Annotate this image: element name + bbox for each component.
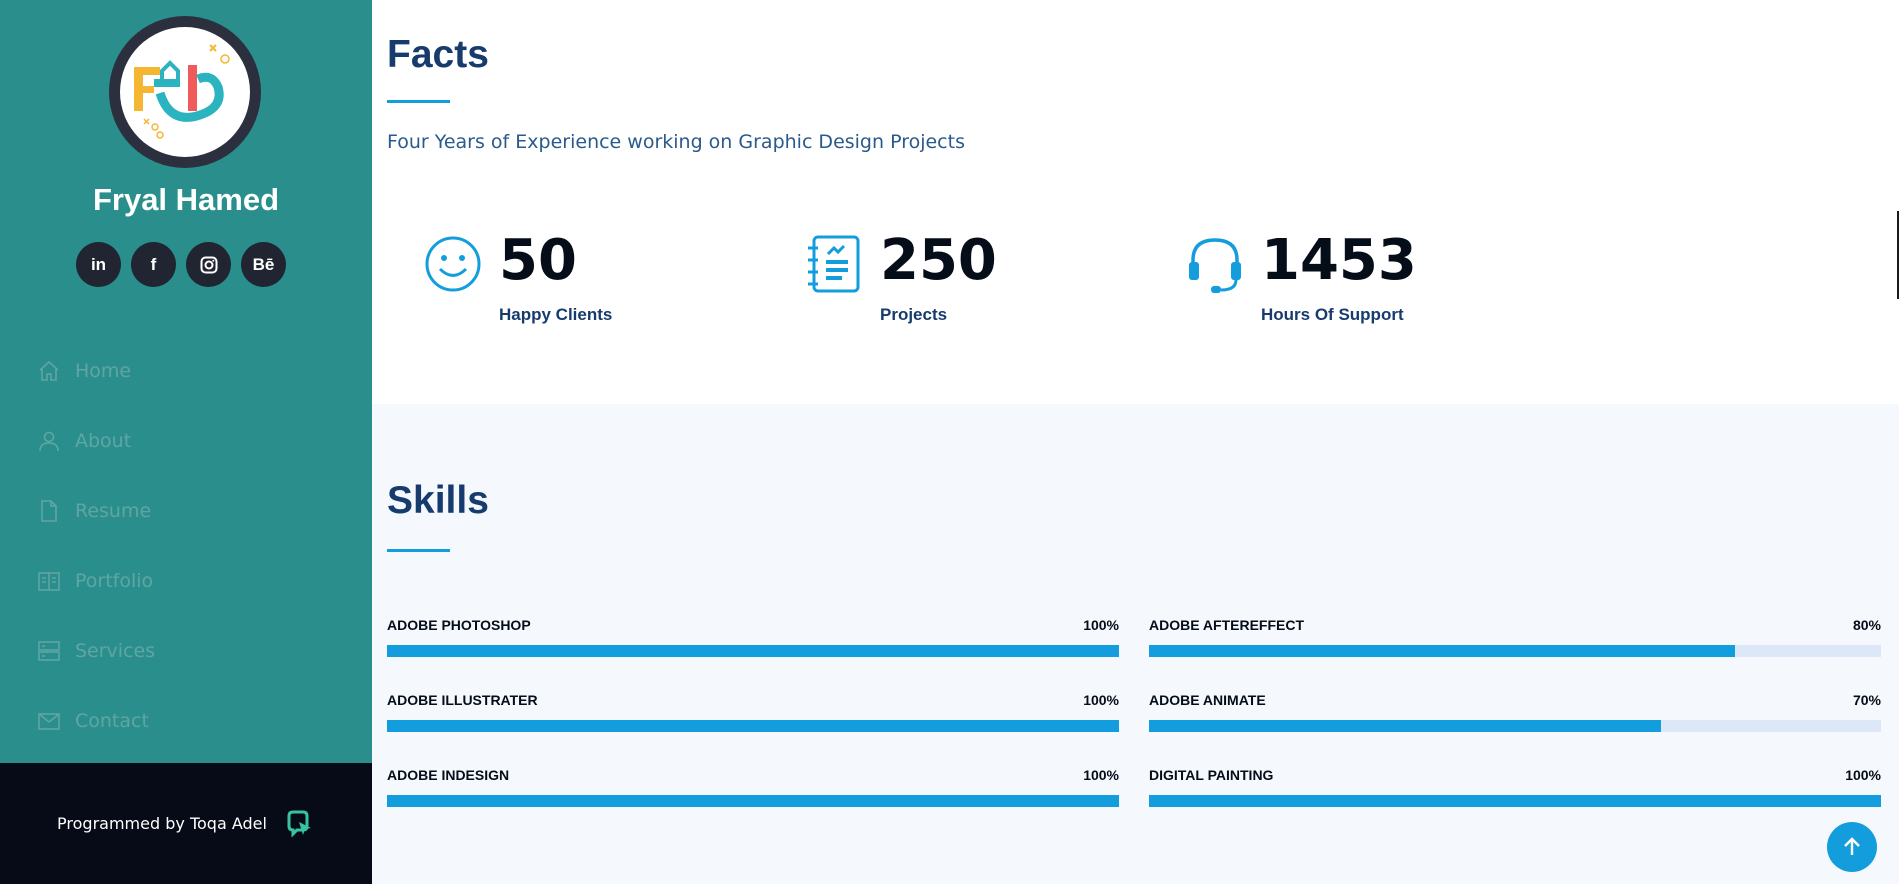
skill-progress-bar bbox=[1149, 720, 1881, 732]
smile-icon bbox=[425, 236, 481, 292]
sidebar-nav: Home About Resume Portfolio Services Con… bbox=[37, 336, 155, 756]
skills-title-underline bbox=[387, 549, 450, 552]
sidebar: Fryal Hamed in f Bē Home About Resume Po… bbox=[0, 0, 372, 884]
skill-value: 70% bbox=[1852, 692, 1881, 708]
arrow-up-icon bbox=[1844, 837, 1860, 855]
behance-icon[interactable]: Bē bbox=[241, 242, 286, 287]
skill-item: ADOBE AFTEREFFECT 80% bbox=[1149, 617, 1881, 661]
nav-label-services: Services bbox=[75, 640, 156, 662]
stat-label: Happy Clients bbox=[499, 305, 613, 324]
skill-item: ADOBE ANIMATE 70% bbox=[1149, 692, 1881, 736]
nav-item-about[interactable]: About bbox=[37, 406, 155, 476]
footer-credit: Programmed by Toqa Adel bbox=[57, 814, 267, 833]
skill-value: 100% bbox=[1845, 767, 1881, 783]
facts-subtitle: Four Years of Experience working on Grap… bbox=[387, 131, 965, 153]
avatar bbox=[109, 16, 261, 168]
linkedin-icon[interactable]: in bbox=[76, 242, 121, 287]
skills-title: Skills bbox=[387, 479, 489, 522]
nav-item-services[interactable]: Services bbox=[37, 616, 155, 686]
skill-progress-fill bbox=[387, 795, 1119, 807]
graphic-design-logo bbox=[134, 44, 230, 139]
skill-progress-bar bbox=[1149, 645, 1881, 657]
skill-item: ADOBE ILLUSTRATER 100% bbox=[387, 692, 1119, 736]
skill-item: DIGITAL PAINTING 100% bbox=[1149, 767, 1881, 811]
nav-item-resume[interactable]: Resume bbox=[37, 476, 155, 546]
skill-value: 100% bbox=[1083, 767, 1119, 783]
nav-label-resume: Resume bbox=[75, 500, 152, 522]
skill-progress-fill bbox=[1149, 795, 1881, 807]
facebook-icon[interactable]: f bbox=[131, 242, 176, 287]
skill-progress-bar bbox=[1149, 795, 1881, 807]
book-icon bbox=[38, 572, 60, 591]
skill-name: ADOBE ANIMATE bbox=[1149, 692, 1266, 708]
facts-title: Facts bbox=[387, 33, 489, 76]
headset-icon bbox=[1189, 238, 1241, 293]
skill-progress-fill bbox=[1149, 645, 1735, 657]
skill-progress-bar bbox=[387, 645, 1119, 657]
skill-name: DIGITAL PAINTING bbox=[1149, 767, 1274, 783]
instagram-icon[interactable] bbox=[186, 242, 231, 287]
social-links: in f Bē bbox=[76, 242, 286, 287]
skill-value: 100% bbox=[1083, 617, 1119, 633]
nav-label-contact: Contact bbox=[75, 710, 149, 732]
main-content: Facts Four Years of Experience working o… bbox=[372, 0, 1899, 884]
skill-item: ADOBE INDESIGN 100% bbox=[387, 767, 1119, 811]
nav-item-contact[interactable]: Contact bbox=[37, 686, 155, 756]
facts-section: Facts Four Years of Experience working o… bbox=[372, 0, 1899, 404]
skill-progress-fill bbox=[387, 720, 1119, 732]
person-icon bbox=[39, 431, 59, 452]
nav-item-portfolio[interactable]: Portfolio bbox=[37, 546, 155, 616]
journal-icon bbox=[808, 235, 860, 293]
skill-value: 80% bbox=[1852, 617, 1881, 633]
stat-count: 50 bbox=[499, 228, 577, 293]
envelope-icon bbox=[38, 713, 60, 730]
skill-value: 100% bbox=[1083, 692, 1119, 708]
skill-name: ADOBE PHOTOSHOP bbox=[387, 617, 531, 633]
skill-progress-fill bbox=[1149, 720, 1662, 732]
skill-name: ADOBE INDESIGN bbox=[387, 767, 510, 783]
server-icon bbox=[38, 641, 60, 661]
file-icon bbox=[41, 500, 57, 522]
skills-section: Skills ADOBE PHOTOSHOP 100% ADOBE AFTERE… bbox=[372, 404, 1899, 884]
facts-title-underline bbox=[387, 100, 450, 103]
stat-count: 1453 bbox=[1261, 228, 1417, 293]
nav-item-home[interactable]: Home bbox=[37, 336, 155, 406]
nav-label-about: About bbox=[75, 430, 132, 452]
home-icon bbox=[39, 360, 59, 381]
skill-item: ADOBE PHOTOSHOP 100% bbox=[387, 617, 1119, 661]
nav-label-home: Home bbox=[75, 360, 132, 382]
stat-label: Hours Of Support bbox=[1261, 305, 1404, 324]
sidebar-footer: Programmed by Toqa Adel bbox=[0, 763, 372, 884]
profile-name: Fryal Hamed bbox=[92, 182, 280, 217]
skill-name: ADOBE ILLUSTRATER bbox=[387, 692, 538, 708]
stat-count: 250 bbox=[880, 228, 997, 293]
cursor-logo-icon bbox=[287, 810, 311, 838]
nav-label-portfolio: Portfolio bbox=[75, 570, 154, 592]
skill-progress-bar bbox=[387, 720, 1119, 732]
skill-progress-fill bbox=[387, 645, 1119, 657]
back-to-top-button[interactable] bbox=[1827, 822, 1877, 872]
stat-label: Projects bbox=[880, 305, 948, 324]
logo bbox=[120, 27, 250, 157]
skill-progress-bar bbox=[387, 795, 1119, 807]
skill-name: ADOBE AFTEREFFECT bbox=[1149, 617, 1305, 633]
